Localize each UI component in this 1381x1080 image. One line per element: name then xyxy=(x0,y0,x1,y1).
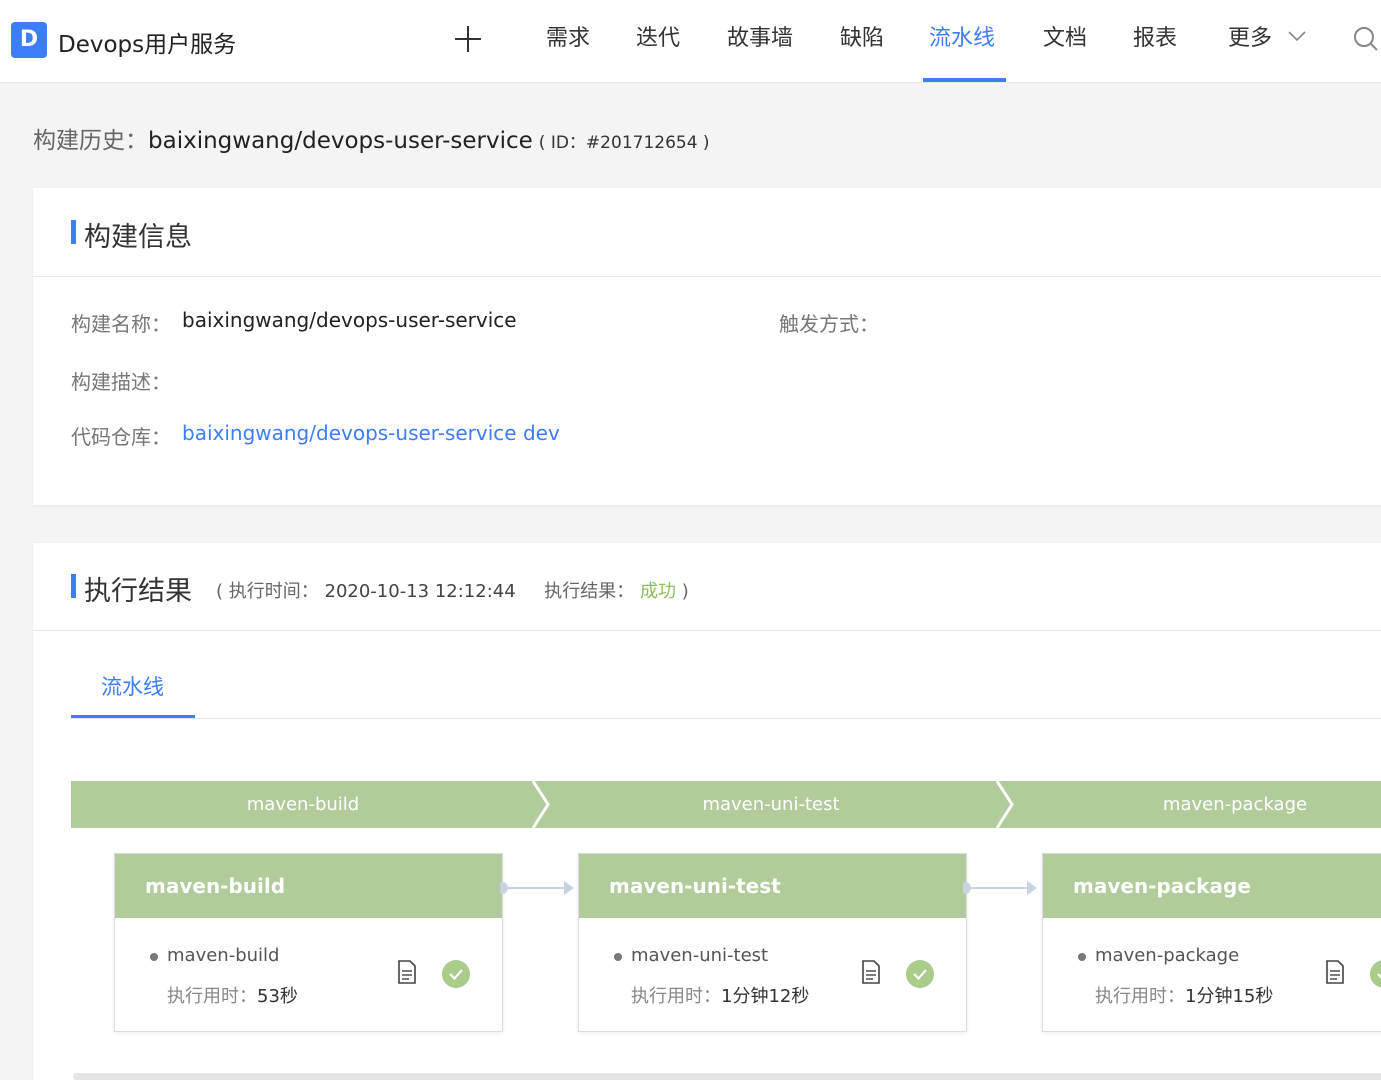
nav-item-docs[interactable]: 文档 xyxy=(1043,20,1087,52)
history-label: 构建历史： xyxy=(33,128,148,154)
app-name[interactable]: Devops用户服务 xyxy=(58,25,236,59)
stage-label: maven-build xyxy=(246,794,360,815)
job-step-name: maven-uni-test xyxy=(631,945,769,966)
tabs-baseline xyxy=(71,718,1381,719)
stage-bar: maven-build maven-uni-test maven-package xyxy=(71,781,1381,828)
nav-item-requirements[interactable]: 需求 xyxy=(546,20,590,52)
log-file-icon[interactable] xyxy=(397,960,417,984)
trigger-label: 触发方式： xyxy=(779,312,879,336)
step-bullet xyxy=(614,953,622,961)
history-name: baixingwang/devops-user-service xyxy=(148,128,533,154)
build-name-label: 构建名称： xyxy=(71,312,171,336)
exec-result-value: 成功 xyxy=(640,581,677,602)
job-title: maven-package xyxy=(1073,874,1251,898)
log-file-icon[interactable] xyxy=(861,960,881,984)
exec-time-value: 2020-10-13 12:12:44 xyxy=(324,581,516,602)
job-header: maven-uni-test xyxy=(579,854,966,918)
nav-active-indicator xyxy=(923,78,1006,82)
page-title: 构建历史：baixingwang/devops-user-service( ID… xyxy=(33,121,710,155)
horizontal-scrollbar[interactable] xyxy=(73,1073,1381,1080)
job-duration: 执行用时：1分钟15秒 xyxy=(1095,982,1273,1008)
success-check-icon xyxy=(1370,960,1381,988)
stage-label: maven-package xyxy=(1162,794,1308,815)
step-bullet xyxy=(1078,953,1086,961)
repo-label: 代码仓库： xyxy=(71,425,171,449)
nav-item-reports[interactable]: 报表 xyxy=(1133,20,1177,52)
exec-result-card: 执行结果 ( 执行时间： 2020-10-13 12:12:44 执行结果： 成… xyxy=(33,543,1381,1080)
build-name-value: baixingwang/devops-user-service xyxy=(182,308,517,332)
job-duration: 执行用时：1分钟12秒 xyxy=(631,982,809,1008)
log-file-icon[interactable] xyxy=(1325,960,1345,984)
section-marker xyxy=(71,574,76,598)
job-duration-label: 执行用时： xyxy=(1095,986,1185,1007)
nav-item-more[interactable]: 更多 xyxy=(1228,20,1272,52)
job-title: maven-build xyxy=(145,874,286,898)
plus-icon[interactable] xyxy=(451,22,485,56)
job-duration-value: 53秒 xyxy=(257,986,298,1007)
build-id: ( ID：#201712654 ) xyxy=(538,133,710,153)
job-connector xyxy=(500,881,574,895)
build-info-title: 构建信息 xyxy=(84,222,192,253)
build-info-card: 构建信息 构建名称： baixingwang/devops-user-servi… xyxy=(33,188,1381,505)
success-check-icon xyxy=(906,960,934,988)
nav-item-story-wall[interactable]: 故事墙 xyxy=(727,20,793,52)
section-marker xyxy=(71,220,76,244)
build-desc-label: 构建描述： xyxy=(71,370,171,394)
job-duration-label: 执行用时： xyxy=(631,986,721,1007)
stage-label: maven-uni-test xyxy=(702,794,840,815)
job-step-name: maven-build xyxy=(167,945,280,966)
job-duration: 执行用时：53秒 xyxy=(167,982,298,1008)
job-duration-value: 1分钟12秒 xyxy=(721,986,810,1007)
paren-close: ) xyxy=(681,581,689,602)
exec-meta: ( 执行时间： 2020-10-13 12:12:44 执行结果： 成功 ) xyxy=(216,577,689,603)
exec-result-label: 执行结果： xyxy=(544,581,635,602)
job-card[interactable]: maven-build maven-build 执行用时：53秒 xyxy=(114,853,503,1032)
search-icon[interactable] xyxy=(1350,24,1381,52)
job-header: maven-package xyxy=(1043,854,1381,918)
divider xyxy=(33,630,1381,631)
divider xyxy=(33,276,1381,277)
job-title: maven-uni-test xyxy=(609,874,781,898)
tab-active-indicator xyxy=(71,715,195,718)
repo-link[interactable]: baixingwang/devops-user-service dev xyxy=(182,421,560,445)
exec-time-label: 执行时间： xyxy=(228,581,319,602)
job-duration-label: 执行用时： xyxy=(167,986,257,1007)
app-logo[interactable]: D xyxy=(11,22,47,58)
nav-item-defects[interactable]: 缺陷 xyxy=(840,20,884,52)
tab-pipeline[interactable]: 流水线 xyxy=(101,671,164,701)
chevron-down-icon[interactable] xyxy=(1287,26,1307,46)
job-step-name: maven-package xyxy=(1095,945,1240,966)
success-check-icon xyxy=(442,960,470,988)
paren-open: ( xyxy=(216,581,224,602)
nav-item-pipeline[interactable]: 流水线 xyxy=(929,20,995,52)
job-header: maven-build xyxy=(115,854,502,918)
nav-item-iterations[interactable]: 迭代 xyxy=(636,20,680,52)
exec-result-title: 执行结果 xyxy=(84,576,192,607)
top-navbar: D Devops用户服务 需求 迭代 故事墙 缺陷 流水线 文档 报表 更多 xyxy=(0,0,1381,83)
job-card[interactable]: maven-package maven-package 执行用时：1分钟15秒 xyxy=(1042,853,1381,1032)
job-connector xyxy=(963,881,1037,895)
job-duration-value: 1分钟15秒 xyxy=(1185,986,1274,1007)
job-card[interactable]: maven-uni-test maven-uni-test 执行用时：1分钟12… xyxy=(578,853,967,1032)
step-bullet xyxy=(150,953,158,961)
